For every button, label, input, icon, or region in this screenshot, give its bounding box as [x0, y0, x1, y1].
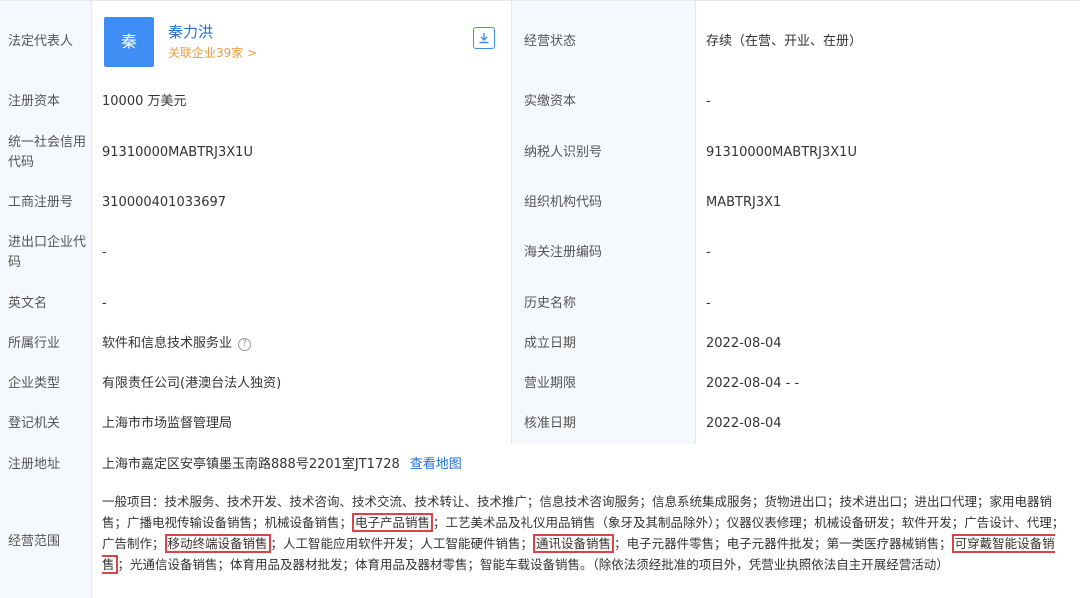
label-approval-date: 核准日期	[512, 404, 696, 444]
label-history-name: 历史名称	[512, 283, 696, 324]
value-scope: 一般项目：技术服务、技术开发、技术咨询、技术交流、技术转让、技术推广；信息技术咨…	[92, 485, 1080, 598]
value-paid-capital: -	[696, 82, 1080, 122]
label-import-export: 进出口企业代码	[0, 223, 92, 283]
value-biz-reg-no: 310000401033697	[92, 183, 512, 223]
label-status: 经营状态	[512, 1, 696, 82]
label-company-type: 企业类型	[0, 364, 92, 404]
download-icon[interactable]	[473, 27, 495, 49]
label-reg-capital: 注册资本	[0, 82, 92, 122]
value-credit-code: 91310000MABTRJ3X1U	[92, 122, 512, 183]
label-english-name: 英文名	[0, 283, 92, 324]
label-credit-code: 统一社会信用代码	[0, 122, 92, 183]
value-taxpayer-id: 91310000MABTRJ3X1U	[696, 122, 1080, 183]
row-company-type: 企业类型 有限责任公司(港澳台法人独资) 营业期限 2022-08-04 - -	[0, 364, 1080, 405]
label-biz-reg-no: 工商注册号	[0, 183, 92, 223]
value-reg-capital: 10000 万美元	[92, 82, 512, 122]
label-scope: 经营范围	[0, 485, 92, 598]
label-taxpayer-id: 纳税人识别号	[512, 122, 696, 183]
address-cell: 上海市嘉定区安亭镇墨玉南路888号2201室JT1728 查看地图	[92, 444, 1080, 485]
value-import-export: -	[92, 223, 512, 283]
value-company-type: 有限责任公司(港澳台法人独资)	[92, 364, 512, 404]
label-org-code: 组织机构代码	[512, 183, 696, 223]
row-english-name: 英文名 - 历史名称 -	[0, 283, 1080, 325]
label-paid-capital: 实缴资本	[512, 82, 696, 122]
row-authority: 登记机关 上海市市场监督管理局 核准日期 2022-08-04	[0, 404, 1080, 445]
highlight-mobile-terminal: 移动终端设备销售	[164, 534, 271, 553]
row-credit-code: 统一社会信用代码 91310000MABTRJ3X1U 纳税人识别号 91310…	[0, 122, 1080, 184]
legal-rep-name-link[interactable]: 秦力洪	[168, 21, 257, 43]
label-legal-rep: 法定代表人	[0, 1, 92, 82]
label-business-term: 营业期限	[512, 364, 696, 404]
industry-cell: 软件和信息技术服务业 ?	[92, 324, 512, 364]
value-founded-date: 2022-08-04	[696, 324, 1080, 364]
value-business-term: 2022-08-04 - -	[696, 364, 1080, 404]
value-industry: 软件和信息技术服务业	[102, 336, 233, 351]
label-founded-date: 成立日期	[512, 324, 696, 364]
avatar[interactable]: 秦	[104, 16, 154, 67]
label-address: 注册地址	[0, 444, 92, 485]
row-address: 注册地址 上海市嘉定区安亭镇墨玉南路888号2201室JT1728 查看地图	[0, 444, 1080, 486]
label-authority: 登记机关	[0, 404, 92, 444]
legal-rep-cell: 秦 秦力洪 关联企业39家 >	[92, 1, 512, 82]
row-reg-capital: 注册资本 10000 万美元 实缴资本 -	[0, 82, 1080, 123]
label-customs-code: 海关注册编码	[512, 223, 696, 283]
value-approval-date: 2022-08-04	[696, 404, 1080, 444]
value-status: 存续（在营、开业、在册）	[696, 1, 1080, 82]
value-address: 上海市嘉定区安亭镇墨玉南路888号2201室JT1728	[102, 456, 400, 472]
scope-text: ；光通信设备销售；体育用品及器材批发；体育用品及器材零售；智能车载设备销售。（除…	[117, 557, 949, 572]
question-circle-icon[interactable]: ?	[238, 337, 252, 351]
highlight-electronics: 电子产品销售	[352, 513, 434, 532]
company-info-table: 法定代表人 秦 秦力洪 关联企业39家 > 经营状态 存续（在营、开业、在册） …	[0, 0, 1080, 598]
value-authority: 上海市市场监督管理局	[92, 404, 512, 444]
row-industry: 所属行业 软件和信息技术服务业 ? 成立日期 2022-08-04	[0, 324, 1080, 365]
row-legal-rep: 法定代表人 秦 秦力洪 关联企业39家 > 经营状态 存续（在营、开业、在册）	[0, 1, 1080, 83]
scope-text: ；电子元器件零售；电子元器件批发；第一类医疗器械销售；	[614, 536, 952, 551]
row-scope: 经营范围 一般项目：技术服务、技术开发、技术咨询、技术交流、技术转让、技术推广；…	[0, 485, 1080, 598]
row-biz-reg-no: 工商注册号 310000401033697 组织机构代码 MABTRJ3X1	[0, 183, 1080, 224]
related-companies-link[interactable]: 关联企业39家 >	[168, 43, 257, 63]
value-history-name: -	[696, 283, 1080, 324]
scope-text: ；人工智能应用软件开发；人工智能硬件销售；	[270, 536, 534, 551]
value-customs-code: -	[696, 223, 1080, 283]
value-english-name: -	[92, 283, 512, 324]
highlight-communication: 通讯设备销售	[533, 534, 615, 553]
value-org-code: MABTRJ3X1	[696, 183, 1080, 223]
label-industry: 所属行业	[0, 324, 92, 364]
row-import-export: 进出口企业代码 - 海关注册编码 -	[0, 223, 1080, 284]
view-map-link[interactable]: 查看地图	[410, 455, 462, 475]
